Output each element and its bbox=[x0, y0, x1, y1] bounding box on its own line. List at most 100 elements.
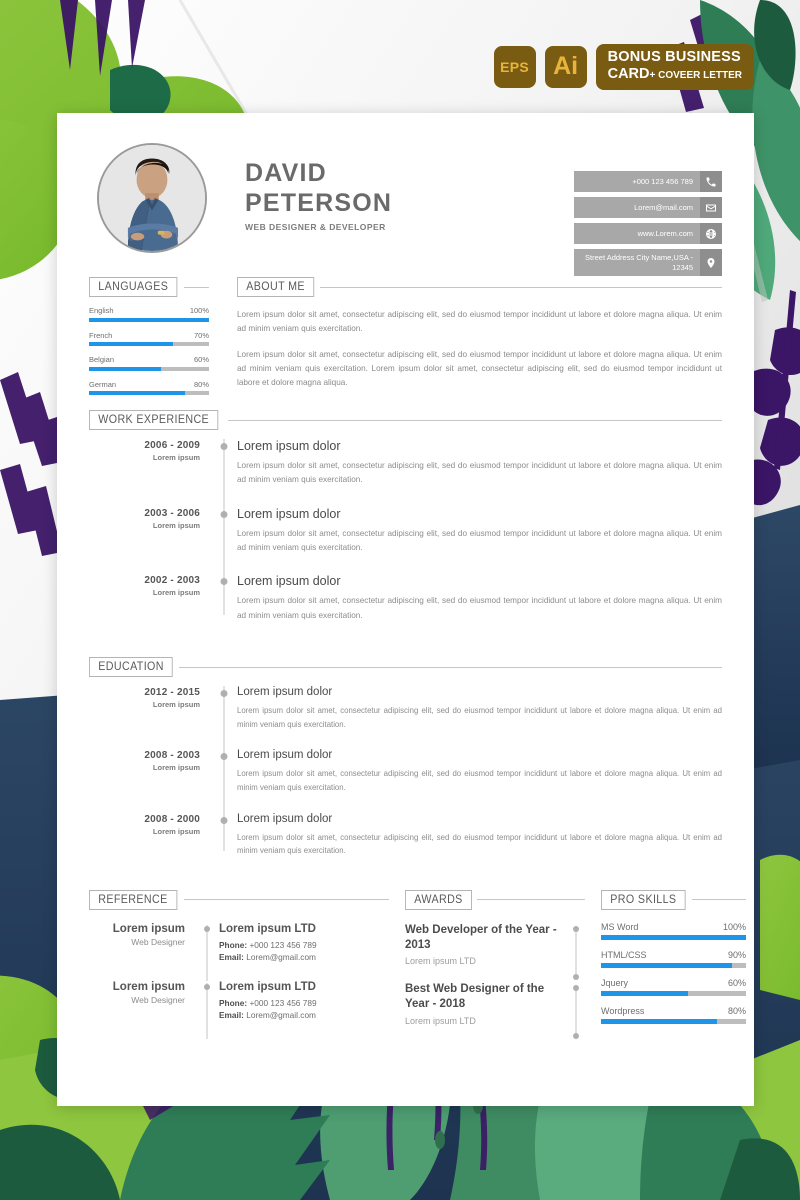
contact-email-text: Lorem@mail.com bbox=[574, 197, 700, 218]
reference-item: Lorem ipsum Web Designer Lorem ipsum LTD… bbox=[89, 923, 389, 964]
contact-website-text: www.Lorem.com bbox=[574, 223, 700, 244]
work-role: Lorem ipsum dolor bbox=[237, 439, 341, 453]
reference-phone[interactable]: +000 123 456 789 bbox=[249, 998, 316, 1008]
language-value: 80% bbox=[193, 379, 209, 389]
education-date-block: 2008 - 2000 Lorem ipsum bbox=[89, 813, 213, 876]
progress-track bbox=[601, 1018, 746, 1024]
reference-email[interactable]: Lorem@gmail.com bbox=[246, 952, 316, 962]
language-name: German bbox=[89, 379, 117, 389]
awards-section: AWARDS Web Developer of the Year - 2013 … bbox=[405, 889, 585, 1042]
progress-fill bbox=[601, 934, 746, 940]
education-degree: Lorem ipsum dolor bbox=[237, 686, 333, 699]
contact-website[interactable]: www.Lorem.com bbox=[574, 223, 722, 244]
work-subtitle: Lorem ipsum bbox=[152, 453, 200, 462]
skills-section: PRO SKILLS MS Word 100% HTML/CSS 90% Jqu… bbox=[601, 889, 746, 1042]
award-title: Web Developer of the Year - 2013 bbox=[405, 923, 557, 952]
contact-address[interactable]: Street Address City Name,USA - 12345 bbox=[574, 249, 722, 276]
divider bbox=[228, 419, 722, 421]
education-date-block: 2008 - 2003 Lorem ipsum bbox=[89, 749, 213, 812]
language-name: French bbox=[89, 330, 113, 340]
phone-icon bbox=[700, 171, 722, 192]
education-body: Lorem ipsum dolor Lorem ipsum dolor sit … bbox=[235, 749, 722, 812]
work-description: Lorem ipsum dolor sit amet, consectetur … bbox=[237, 461, 722, 485]
timeline-dot bbox=[220, 578, 228, 586]
reference-company: Lorem ipsum LTD bbox=[219, 922, 316, 935]
location-pin-icon bbox=[700, 249, 722, 276]
work-item: 2003 - 2006 Lorem ipsum Lorem ipsum dolo… bbox=[89, 507, 722, 575]
reference-phone[interactable]: +000 123 456 789 bbox=[249, 940, 316, 950]
skills-title: PRO SKILLS bbox=[601, 889, 686, 910]
timeline-axis bbox=[213, 749, 235, 812]
award-item: Web Developer of the Year - 2013 Lorem i… bbox=[405, 923, 585, 980]
language-name: English bbox=[89, 306, 114, 315]
badge-eps: EPS bbox=[493, 45, 536, 88]
resume-page: DAVID PETERSON WEB DESIGNER & DEVELOPER … bbox=[57, 113, 754, 1106]
timeline-dot bbox=[204, 983, 210, 990]
format-badges: EPS Ai BONUS BUSINESS CARD+ COVEER LETTE… bbox=[493, 44, 754, 90]
timeline-axis bbox=[197, 981, 217, 1022]
education-degree: Lorem ipsum dolor bbox=[237, 749, 333, 762]
skill-name: HTML/CSS bbox=[601, 949, 647, 960]
timeline-axis bbox=[213, 507, 235, 575]
education-heading: EDUCATION bbox=[89, 657, 722, 678]
language-bars: English 100% French 70% Belgian 60% Germ… bbox=[89, 306, 209, 395]
work-title: WORK EXPERIENCE bbox=[89, 410, 219, 430]
skill-item: HTML/CSS 90% bbox=[601, 950, 746, 968]
timeline-dot bbox=[220, 753, 228, 761]
skill-value: 100% bbox=[722, 921, 746, 932]
award-subtitle: Lorem ipsum LTD bbox=[405, 956, 476, 967]
award-subtitle: Lorem ipsum LTD bbox=[405, 1015, 476, 1026]
timeline-dot bbox=[204, 925, 210, 932]
reference-role: Web Designer bbox=[131, 936, 185, 947]
timeline-dot bbox=[220, 690, 228, 698]
reference-company: Lorem ipsum LTD bbox=[219, 980, 316, 993]
education-subtitle: Lorem ipsum bbox=[152, 700, 200, 710]
progress-track bbox=[601, 962, 746, 968]
work-date-block: 2006 - 2009 Lorem ipsum bbox=[89, 439, 213, 507]
education-item: 2008 - 2003 Lorem ipsum Lorem ipsum dolo… bbox=[89, 749, 722, 812]
work-heading: WORK EXPERIENCE bbox=[89, 410, 722, 430]
award-body: Web Developer of the Year - 2013 Lorem i… bbox=[405, 923, 567, 966]
badge-ai: Ai bbox=[544, 45, 587, 88]
progress-track bbox=[601, 990, 746, 996]
progress-track bbox=[89, 391, 209, 395]
reference-details: Lorem ipsum LTD Phone: +000 123 456 789 … bbox=[217, 923, 389, 964]
skill-item: Wordpress 80% bbox=[601, 1006, 746, 1024]
contact-phone[interactable]: +000 123 456 789 bbox=[574, 171, 722, 192]
work-date-block: 2003 - 2006 Lorem ipsum bbox=[89, 507, 213, 575]
contact-email[interactable]: Lorem@mail.com bbox=[574, 197, 722, 218]
education-subtitle: Lorem ipsum bbox=[152, 826, 200, 836]
progress-fill bbox=[601, 1018, 717, 1024]
skill-value: 60% bbox=[727, 977, 746, 988]
work-role: Lorem ipsum dolor bbox=[237, 506, 341, 521]
reference-list: Lorem ipsum Web Designer Lorem ipsum LTD… bbox=[89, 923, 389, 1022]
about-heading: ABOUT ME bbox=[237, 277, 722, 297]
divider bbox=[320, 286, 722, 288]
skill-value: 80% bbox=[727, 1005, 746, 1016]
progress-fill bbox=[89, 391, 185, 395]
divider bbox=[179, 666, 722, 668]
badge-bonus-business-card: BONUS BUSINESS CARD+ COVEER LETTER bbox=[595, 44, 754, 90]
about-paragraph-1: Lorem ipsum dolor sit amet, consectetur … bbox=[237, 310, 722, 334]
language-item: French 70% bbox=[89, 330, 209, 346]
language-item: English 100% bbox=[89, 306, 209, 322]
reference-heading: REFERENCE bbox=[89, 889, 389, 910]
awards-heading: AWARDS bbox=[405, 889, 585, 910]
education-title: EDUCATION bbox=[89, 657, 174, 678]
reference-name: Lorem ipsum bbox=[112, 922, 185, 935]
about-title: ABOUT ME bbox=[237, 277, 315, 297]
progress-track bbox=[89, 366, 209, 371]
work-experience-section: WORK EXPERIENCE 2006 - 2009 Lorem ipsum … bbox=[89, 410, 722, 642]
skill-value: 90% bbox=[727, 949, 746, 960]
reference-email[interactable]: Lorem@gmail.com bbox=[246, 1010, 316, 1020]
divider bbox=[692, 899, 746, 901]
work-timeline: 2006 - 2009 Lorem ipsum Lorem ipsum dolo… bbox=[89, 439, 722, 642]
timeline-axis bbox=[567, 982, 585, 1040]
progress-fill bbox=[601, 962, 732, 968]
name-block: DAVID PETERSON WEB DESIGNER & DEVELOPER bbox=[245, 141, 574, 232]
badge-ai-label: Ai bbox=[553, 52, 579, 81]
skill-name: Jquery bbox=[601, 977, 629, 988]
reference-phone-label: Phone: bbox=[219, 997, 248, 1008]
timeline-dot bbox=[573, 973, 579, 980]
reference-title: REFERENCE bbox=[89, 889, 177, 910]
